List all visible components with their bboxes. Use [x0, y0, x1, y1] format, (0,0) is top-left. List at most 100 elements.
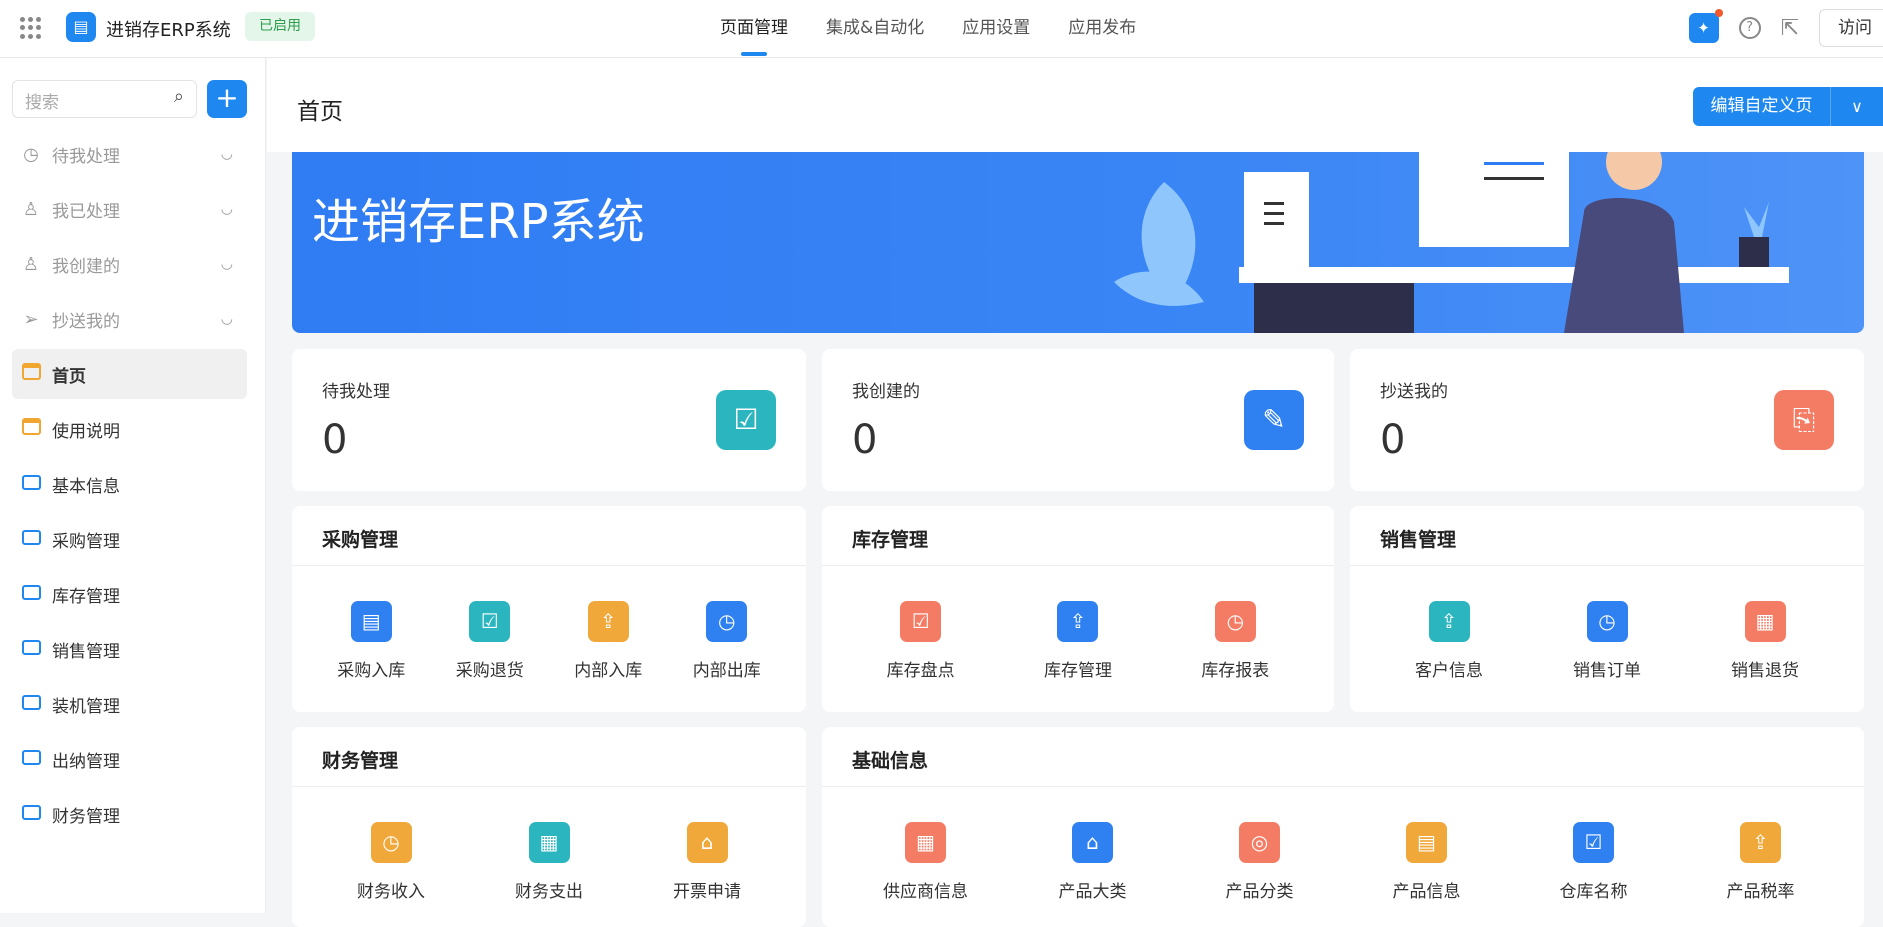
sidebar-item-sales[interactable]: 销售管理 — [12, 624, 247, 674]
edit-custom-page-button[interactable]: 编辑自定义页 — [1693, 87, 1831, 126]
edit-document-icon: ✎ — [1244, 390, 1304, 450]
sidebar-item-label: 库存管理 — [52, 586, 120, 607]
visit-button[interactable]: 访问 — [1819, 9, 1883, 47]
module-item[interactable]: ◎ 产品分类 — [1205, 822, 1315, 902]
module-item[interactable]: ◷ 内部出库 — [672, 601, 782, 681]
sidebar-item-label: 采购管理 — [52, 531, 120, 552]
divider — [292, 786, 806, 787]
module-item-icon: ▦ — [1744, 601, 1786, 642]
chevron-down-icon[interactable]: ∨ — [1831, 87, 1883, 126]
assistant-icon[interactable]: ✦ — [1688, 9, 1723, 43]
module-item-label: 产品大类 — [1058, 882, 1127, 902]
module-item[interactable]: ◷ 财务收入 — [336, 822, 446, 902]
stat-value: 0 — [852, 417, 878, 463]
tab-app-publish[interactable]: 应用发布 — [1068, 0, 1136, 58]
sidebar-item-finance[interactable]: 财务管理 — [12, 789, 247, 839]
clock-icon: ◷ — [23, 143, 39, 165]
add-button[interactable]: + — [207, 80, 247, 118]
module-item-label: 供应商信息 — [883, 882, 968, 902]
module-item[interactable]: ◷ 销售订单 — [1552, 601, 1662, 681]
module-card: 销售管理 ⇪ 客户信息 ◷ 销售订单 ▦ 销售退货 — [1350, 506, 1864, 712]
module-item[interactable]: ⇪ 内部入库 — [553, 601, 663, 681]
module-item[interactable]: ⇪ 库存管理 — [1023, 601, 1133, 681]
top-nav: 页面管理 集成&自动化 应用设置 应用发布 — [720, 0, 1136, 58]
sidebar-item-inventory[interactable]: 库存管理 — [12, 569, 247, 619]
module-title: 财务管理 — [322, 750, 399, 772]
stat-card-cc[interactable]: 抄送我的 0 ⎘ — [1350, 349, 1864, 491]
sidebar-item-created[interactable]: ♙ 我创建的 ◡ — [12, 239, 247, 289]
sidebar-item-basic-info[interactable]: 基本信息 — [12, 459, 247, 509]
sidebar-item-label: 销售管理 — [52, 641, 120, 662]
sidebar-item-label: 我已处理 — [52, 201, 120, 222]
module-item[interactable]: ☑ 库存盘点 — [866, 601, 976, 681]
app-grid-icon[interactable] — [20, 17, 42, 39]
help-icon[interactable]: ? — [1738, 17, 1761, 39]
module-item[interactable]: ◷ 库存报表 — [1180, 601, 1290, 681]
folder-icon — [21, 639, 41, 655]
sidebar-item-cc[interactable]: ➢ 抄送我的 ◡ — [12, 294, 247, 344]
sidebar-item-purchase[interactable]: 采购管理 — [12, 514, 247, 564]
eye-closed-icon[interactable]: ◡ — [221, 311, 233, 327]
module-card: 采购管理 ▤ 采购入库 ☑ 采购退货 ⇪ 内部入库 ◷ 内部出库 — [292, 506, 806, 712]
send-icon: ➢ — [23, 308, 39, 330]
sidebar-item-label: 我创建的 — [52, 256, 120, 277]
tab-integration[interactable]: 集成&自动化 — [826, 0, 924, 58]
tab-page-management[interactable]: 页面管理 — [720, 0, 788, 58]
search-input[interactable]: 搜索 ⌕ — [12, 80, 197, 118]
app-name: 进销存ERP系统 — [106, 20, 231, 41]
module-item[interactable]: ▦ 财务支出 — [494, 822, 604, 902]
module-item[interactable]: ☑ 采购退货 — [435, 601, 545, 681]
module-item-label: 客户信息 — [1415, 661, 1483, 681]
tab-app-settings[interactable]: 应用设置 — [962, 0, 1030, 58]
module-item-label: 财务支出 — [515, 882, 583, 902]
module-item-label: 销售退货 — [1731, 661, 1799, 681]
module-item[interactable]: ▦ 供应商信息 — [871, 822, 981, 902]
banner-illustration — [1114, 152, 1789, 333]
module-item-label: 产品信息 — [1392, 882, 1461, 902]
module-item[interactable]: ☑ 仓库名称 — [1539, 822, 1649, 902]
divider — [292, 565, 806, 566]
module-item[interactable]: ⇪ 产品税率 — [1706, 822, 1816, 902]
folder-icon — [21, 584, 41, 600]
external-link-icon[interactable]: ⇱ — [1781, 16, 1799, 41]
stat-label: 抄送我的 — [1380, 382, 1448, 402]
eye-closed-icon[interactable]: ◡ — [221, 256, 233, 272]
eye-closed-icon[interactable]: ◡ — [221, 201, 233, 217]
folder-icon — [21, 694, 41, 710]
module-item[interactable]: ▦ 销售退货 — [1710, 601, 1820, 681]
page-title: 首页 — [297, 99, 343, 125]
module-item-icon: ⇪ — [587, 601, 629, 642]
module-item-label: 库存盘点 — [886, 661, 955, 681]
module-item[interactable]: ▤ 产品信息 — [1372, 822, 1482, 902]
module-card: 基础信息 ▦ 供应商信息 ⌂ 产品大类 ◎ 产品分类 ▤ 产品信息 ☑ 仓库名称 ⇪ 产品税率 — [822, 727, 1864, 927]
module-item-icon: ▤ — [350, 601, 392, 642]
stat-card-created[interactable]: 我创建的 0 ✎ — [822, 349, 1334, 491]
sidebar-item-home[interactable]: 首页 — [12, 349, 247, 399]
module-item-icon: ⇪ — [1057, 601, 1099, 642]
module-item-label: 采购入库 — [337, 661, 406, 681]
stat-label: 我创建的 — [852, 382, 920, 402]
module-item[interactable]: ▤ 采购入库 — [316, 601, 426, 681]
sidebar-item-assembly[interactable]: 装机管理 — [12, 679, 247, 729]
sidebar-item-label: 首页 — [52, 366, 86, 387]
module-item-label: 开票申请 — [673, 882, 741, 902]
edit-page-button-group: 编辑自定义页 ∨ — [1693, 87, 1883, 126]
module-item-icon: ◷ — [1586, 601, 1628, 642]
folder-icon — [21, 749, 41, 765]
page-icon — [21, 418, 41, 435]
sidebar-item-cashier[interactable]: 出纳管理 — [12, 734, 247, 784]
stat-card-pending[interactable]: 待我处理 0 ☑ — [292, 349, 806, 491]
module-item[interactable]: ⇪ 客户信息 — [1394, 601, 1504, 681]
module-item[interactable]: ⌂ 产品大类 — [1038, 822, 1148, 902]
module-title: 库存管理 — [852, 529, 929, 551]
module-item-icon: ◷ — [370, 822, 412, 863]
module-item-icon: ☑ — [1573, 822, 1614, 863]
eye-closed-icon[interactable]: ◡ — [221, 146, 233, 162]
module-item-icon: ⇪ — [1740, 822, 1781, 863]
stat-value: 0 — [1380, 417, 1406, 463]
sidebar-item-guide[interactable]: 使用说明 — [12, 404, 247, 454]
sidebar-item-processed[interactable]: ♙ 我已处理 ◡ — [12, 184, 247, 234]
module-card: 库存管理 ☑ 库存盘点 ⇪ 库存管理 ◷ 库存报表 — [822, 506, 1334, 712]
sidebar-item-pending[interactable]: ◷ 待我处理 ◡ — [12, 129, 247, 179]
module-item[interactable]: ⌂ 开票申请 — [652, 822, 762, 902]
